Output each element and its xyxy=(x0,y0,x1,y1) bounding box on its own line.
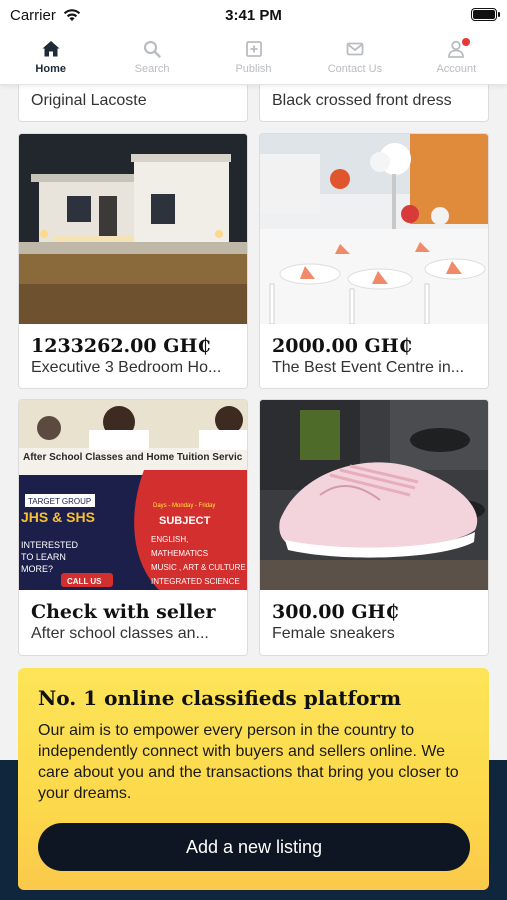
listing-card[interactable]: Black crossed front dress xyxy=(259,85,489,122)
flyer-subject-heading: SUBJECT xyxy=(159,515,211,527)
nav-contact-us[interactable]: Contact Us xyxy=(304,30,405,84)
listing-card[interactable]: 300.00 GH₵ Female sneakers xyxy=(259,399,489,656)
listing-image-school-flyer: After School Classes and Home Tuition Se… xyxy=(19,400,247,590)
listing-price: 1233262.00 GH₵ xyxy=(31,335,211,357)
flyer-subject-3: MUSIC , ART & CULTURE xyxy=(151,563,246,572)
listing-price: 300.00 GH₵ xyxy=(272,601,399,623)
nav-account[interactable]: Account xyxy=(406,30,507,84)
mail-icon xyxy=(346,42,364,56)
nav-home[interactable]: Home xyxy=(0,30,101,84)
listing-image-sneakers xyxy=(260,400,488,590)
promo-card: No. 1 online classifieds platform Our ai… xyxy=(18,668,489,890)
flyer-interest-1: INTERESTED xyxy=(21,540,79,550)
status-bar: Carrier 3:41 PM xyxy=(0,0,507,30)
listing-title: Female sneakers xyxy=(272,625,395,642)
promo-body: Our aim is to empower every person in th… xyxy=(38,722,459,802)
top-navigation: Home Search Publish Contact Us Account xyxy=(0,30,507,85)
nav-account-label: Account xyxy=(436,63,477,75)
nav-home-label: Home xyxy=(35,63,66,75)
nav-publish[interactable]: Publish xyxy=(203,30,304,84)
flyer-subject-1: ENGLISH, xyxy=(151,535,188,544)
listing-title: The Best Event Centre in... xyxy=(272,359,465,376)
flyer-target-group: TARGET GROUP xyxy=(28,497,91,506)
flyer-levels: JHS & SHS xyxy=(21,509,95,525)
listing-price: Check with seller xyxy=(31,601,216,623)
promo-heading: No. 1 online classifieds platform xyxy=(38,686,402,710)
flyer-banner-text: After School Classes and Home Tuition Se… xyxy=(23,452,243,463)
flyer-subject-2: MATHEMATICS xyxy=(151,549,208,558)
listing-price: 2000.00 GH₵ xyxy=(272,335,412,357)
flyer-call-us: CALL US xyxy=(67,577,102,586)
listings-feed[interactable]: Original Lacoste Black crossed front dre… xyxy=(0,85,507,900)
add-listing-button[interactable]: Add a new listing xyxy=(38,823,470,871)
listing-title: After school classes an... xyxy=(31,625,209,642)
listing-card[interactable]: After School Classes and Home Tuition Se… xyxy=(18,399,248,656)
listing-title: Black crossed front dress xyxy=(272,92,452,109)
nav-contact-us-label: Contact Us xyxy=(327,63,383,75)
listing-image-event-centre xyxy=(260,134,488,324)
wifi-icon xyxy=(63,9,81,21)
listing-title: Original Lacoste xyxy=(31,92,147,109)
flyer-subject-4: INTEGRATED SCIENCE xyxy=(151,577,240,586)
nav-search[interactable]: Search xyxy=(101,30,202,84)
listing-image-house xyxy=(19,134,247,324)
plus-square-icon xyxy=(245,41,262,57)
nav-publish-label: Publish xyxy=(235,63,272,75)
home-icon xyxy=(42,41,60,57)
listing-card[interactable]: 2000.00 GH₵ The Best Event Centre in... xyxy=(259,133,489,389)
flyer-interest-2: TO LEARN xyxy=(21,552,66,562)
listing-card[interactable]: 1233262.00 GH₵ Executive 3 Bedroom Ho... xyxy=(18,133,248,389)
listing-card[interactable]: Original Lacoste xyxy=(18,85,248,122)
flyer-days: Days - Monday - Friday xyxy=(153,503,215,509)
battery-icon xyxy=(471,8,500,21)
search-icon xyxy=(144,40,161,58)
notification-dot xyxy=(461,38,470,46)
listing-title: Executive 3 Bedroom Ho... xyxy=(31,359,222,376)
carrier-label: Carrier xyxy=(10,6,56,24)
flyer-interest-3: MORE? xyxy=(21,564,53,574)
nav-search-label: Search xyxy=(134,63,170,75)
